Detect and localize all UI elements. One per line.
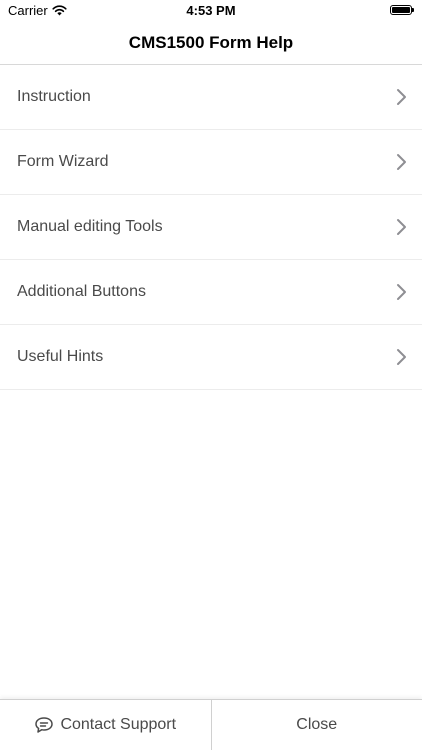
chevron-right-icon <box>397 154 406 170</box>
chevron-right-icon <box>397 349 406 365</box>
battery-icon <box>390 5 414 15</box>
battery-fill <box>392 7 410 13</box>
help-menu-list: Instruction Form Wizard Manual editing T… <box>0 65 422 390</box>
menu-item-form-wizard[interactable]: Form Wizard <box>0 130 422 195</box>
bottom-toolbar: Contact Support Close <box>0 699 422 750</box>
battery-tip <box>412 8 414 12</box>
menu-item-label: Additional Buttons <box>17 283 146 300</box>
menu-item-useful-hints[interactable]: Useful Hints <box>0 325 422 390</box>
close-label: Close <box>296 716 338 733</box>
navigation-bar: CMS1500 Form Help <box>0 22 422 65</box>
chevron-right-icon <box>397 219 406 235</box>
menu-item-label: Form Wizard <box>17 153 109 170</box>
close-button[interactable]: Close <box>212 700 422 750</box>
page-title: CMS1500 Form Help <box>128 33 294 52</box>
menu-item-manual-editing-tools[interactable]: Manual editing Tools <box>0 195 422 260</box>
contact-support-label: Contact Support <box>60 716 177 733</box>
contact-support-button[interactable]: Contact Support <box>0 700 211 750</box>
menu-item-label: Useful Hints <box>17 348 104 365</box>
menu-item-label: Manual editing Tools <box>17 218 163 235</box>
chat-bubble-icon <box>35 717 54 733</box>
chevron-right-icon <box>397 89 406 105</box>
status-time: 4:53 PM <box>186 3 236 18</box>
menu-item-label: Instruction <box>17 88 91 105</box>
menu-item-additional-buttons[interactable]: Additional Buttons <box>0 260 422 325</box>
status-bar: Carrier 4:53 PM <box>0 0 422 22</box>
menu-item-instruction[interactable]: Instruction <box>0 65 422 130</box>
chevron-right-icon <box>397 284 406 300</box>
